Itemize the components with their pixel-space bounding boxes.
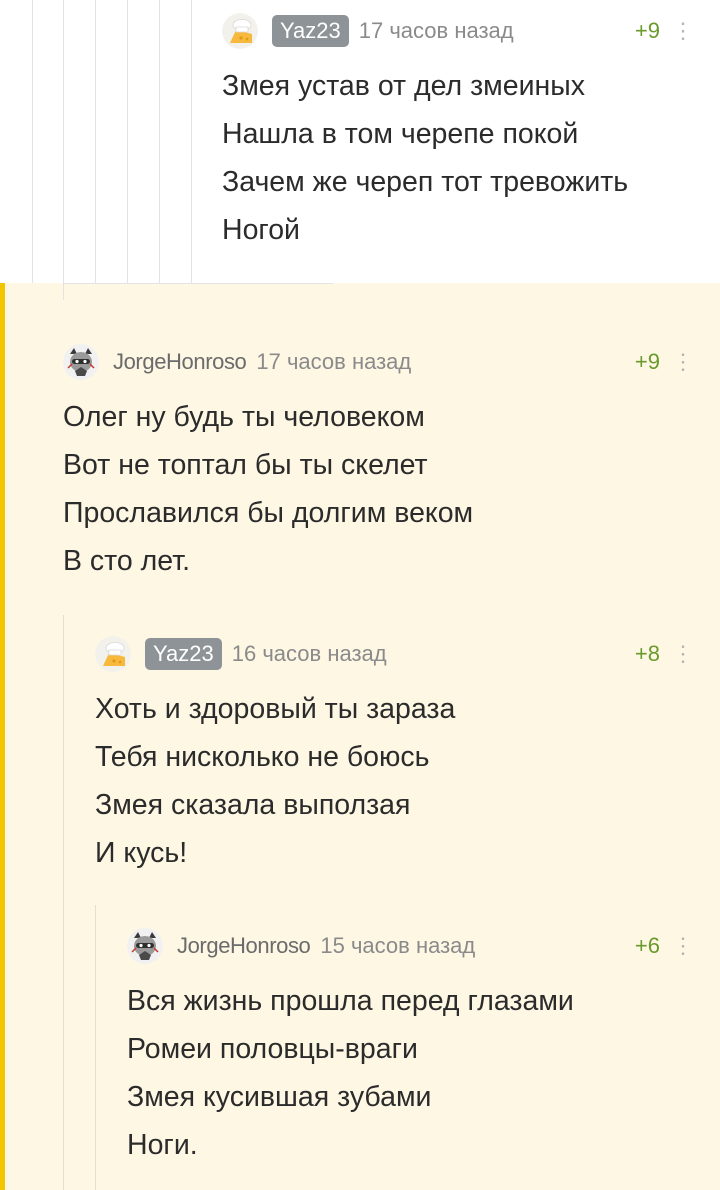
comment-time[interactable]: 16 часов назад (232, 641, 387, 667)
thread-guide-line[interactable] (63, 615, 64, 1190)
comment-time[interactable]: 17 часов назад (256, 349, 411, 375)
comment: Yaz23 17 часов назад +9 ⋮ Змея устав от … (222, 13, 694, 253)
comment-text-line: Ногой (222, 214, 300, 246)
comment-text-line: Тебя нисколько не боюсь (95, 741, 430, 773)
comment: JorgeHonroso 17 часов назад +9 ⋮ Олег ну… (63, 344, 694, 584)
comment-time[interactable]: 15 часов назад (320, 933, 475, 959)
comment-text-line: Зачем же череп тот тревожить (222, 166, 629, 198)
comment-header: Yaz23 16 часов назад (95, 636, 387, 672)
more-options-icon[interactable]: ⋮ (672, 928, 694, 964)
thread-end-line (63, 283, 333, 284)
comment: Yaz23 16 часов назад +8 ⋮ Хоть и здоровы… (95, 636, 694, 876)
comment-author[interactable]: Yaz23 (272, 15, 349, 47)
thread-guide-line[interactable] (95, 0, 96, 283)
comment-text-line: Змея сказала выползая (95, 789, 411, 821)
comment-header: JorgeHonroso 17 часов назад (63, 344, 411, 380)
comment-author[interactable]: Yaz23 (145, 638, 222, 670)
comment-rating: +9 (634, 349, 660, 374)
comment: JorgeHonroso 15 часов назад +6 ⋮ Вся жиз… (127, 928, 694, 1168)
thread-guide-line[interactable] (95, 905, 96, 1190)
comment-rating: +6 (634, 933, 660, 958)
comment-text-line: Вся жизнь прошла перед глазами (127, 985, 574, 1017)
more-options-icon[interactable]: ⋮ (672, 344, 694, 380)
comment-author[interactable]: JorgeHonroso (113, 349, 247, 375)
comment-text-line: Змея кусившая зубами (127, 1081, 432, 1113)
comment-time[interactable]: 17 часов назад (359, 18, 514, 44)
comment-text-line: В сто лет. (63, 545, 191, 577)
comment-text-line: И кусь! (95, 837, 188, 869)
comment-text-line: Ноги. (127, 1129, 198, 1161)
thread-guide-line[interactable] (159, 0, 160, 283)
thread-guide-line[interactable] (127, 0, 128, 283)
comment-header: Yaz23 17 часов назад (222, 13, 514, 49)
thread-guide-line[interactable] (32, 0, 33, 283)
thread-accent-bar (0, 283, 5, 1190)
chef-hat-cheese-avatar-icon[interactable] (95, 636, 131, 672)
comment-rating: +8 (634, 641, 660, 666)
raccoon-avatar-icon[interactable] (127, 928, 163, 964)
comment-text-line: Ромеи половцы-враги (127, 1033, 418, 1065)
thread-guide-line[interactable] (191, 0, 192, 283)
comment-text-line: Вот не топтал бы ты скелет (63, 449, 428, 481)
comment-header: JorgeHonroso 15 часов назад (127, 928, 475, 964)
chef-hat-cheese-avatar-icon[interactable] (222, 13, 258, 49)
more-options-icon[interactable]: ⋮ (672, 636, 694, 672)
comment-rating: +9 (634, 18, 660, 43)
comment-text-line: Нашла в том черепе покой (222, 118, 579, 150)
thread-guide-line[interactable] (63, 0, 64, 300)
comment-author[interactable]: JorgeHonroso (177, 933, 311, 959)
more-options-icon[interactable]: ⋮ (672, 13, 694, 49)
comment-text-line: Змея устав от дел змеиных (222, 70, 586, 102)
comment-text-line: Олег ну будь ты человеком (63, 401, 425, 433)
comment-text-line: Хоть и здоровый ты зараза (95, 693, 456, 725)
comment-text-line: Прославился бы долгим веком (63, 497, 474, 529)
raccoon-avatar-icon[interactable] (63, 344, 99, 380)
